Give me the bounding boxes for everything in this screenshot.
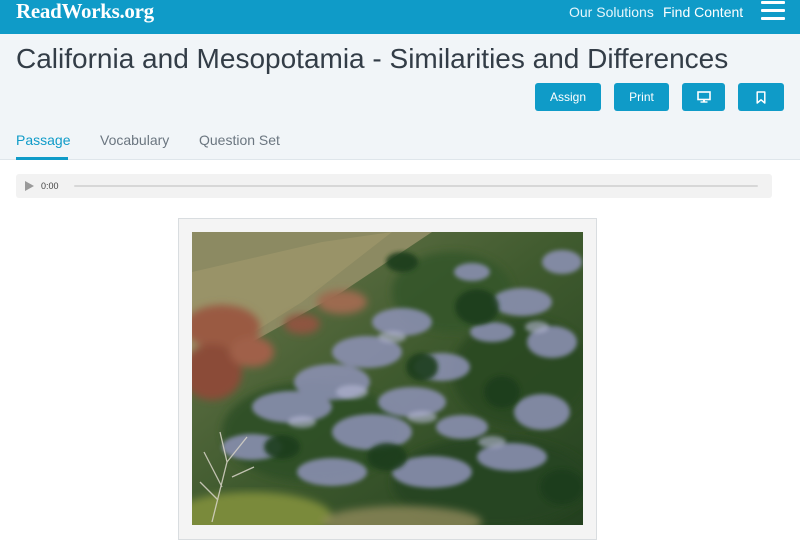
- assign-button[interactable]: Assign: [535, 83, 601, 111]
- audio-progress-track[interactable]: [74, 185, 758, 187]
- present-button[interactable]: [682, 83, 725, 111]
- page-title: California and Mesopotamia - Similaritie…: [16, 43, 729, 74]
- hamburger-menu-icon[interactable]: [761, 1, 785, 21]
- passage-image-frame: [178, 218, 597, 540]
- tab-question-set[interactable]: Question Set: [199, 132, 280, 148]
- top-navigation-bar: ReadWorks.org Our Solutions Find Content: [0, 0, 800, 34]
- hillside-shrubland-image: [192, 232, 583, 525]
- monitor-icon: [696, 91, 711, 103]
- audio-current-time: 0:00: [41, 181, 59, 191]
- bookmark-icon: [756, 90, 766, 104]
- find-content-link[interactable]: Find Content: [663, 4, 743, 20]
- play-icon[interactable]: [25, 181, 34, 191]
- active-tab-indicator: [16, 157, 68, 160]
- audio-player: 0:00: [16, 174, 772, 198]
- our-solutions-link[interactable]: Our Solutions: [569, 4, 654, 20]
- tab-passage[interactable]: Passage: [16, 132, 70, 148]
- readworks-logo[interactable]: ReadWorks.org: [16, 0, 154, 25]
- article-header: California and Mesopotamia - Similaritie…: [0, 34, 800, 160]
- passage-photo: [192, 232, 583, 525]
- tab-vocabulary[interactable]: Vocabulary: [100, 132, 169, 148]
- print-button[interactable]: Print: [614, 83, 669, 111]
- bookmark-button[interactable]: [738, 83, 784, 111]
